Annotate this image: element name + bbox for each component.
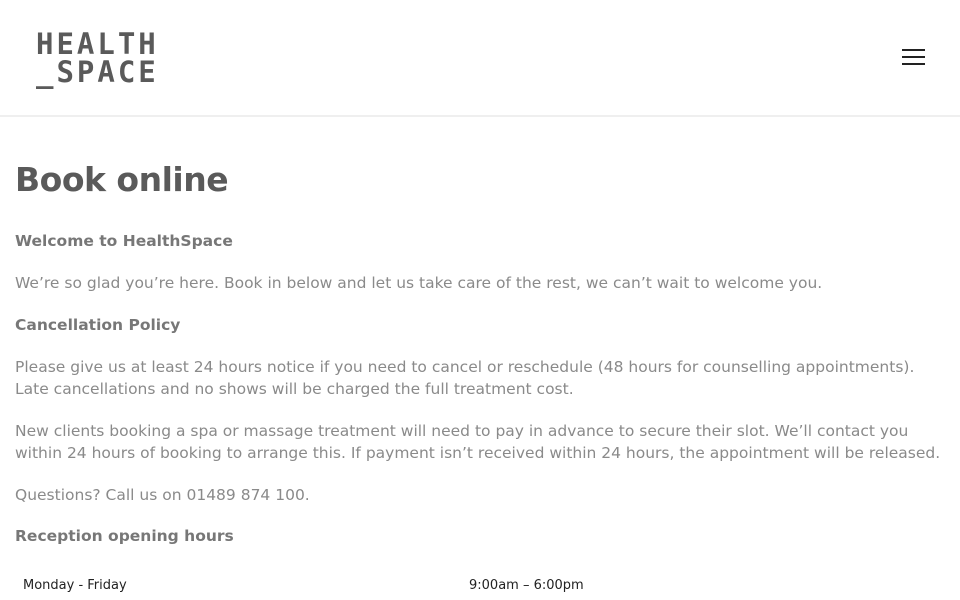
menu-bar-top (902, 49, 925, 51)
hours-day: Monday - Friday (23, 578, 127, 593)
cancellation-text: Please give us at least 24 hours notice … (15, 358, 915, 398)
hours-heading: Reception opening hours (15, 527, 234, 545)
cancellation-heading: Cancellation Policy (15, 316, 181, 334)
welcome-text: We’re so glad you’re here. Book in below… (15, 274, 823, 292)
hamburger-menu-icon[interactable] (902, 47, 926, 67)
hours-time: 9:00am – 6:00pm (469, 578, 584, 593)
logo-line-2: _SPACE (36, 55, 159, 89)
main-content: Book online Welcome to HealthSpace We’re… (15, 150, 950, 593)
logo-line-1: HEALTH (36, 27, 159, 61)
page-title: Book online (15, 160, 229, 199)
menu-bar-bottom (902, 63, 925, 65)
healthspace-logo[interactable]: HEALTH _SPACE (36, 27, 159, 89)
questions-text: Questions? Call us on 01489 874 100. (15, 486, 310, 504)
menu-bar-middle (902, 56, 925, 58)
site-header: HEALTH _SPACE (0, 0, 960, 117)
new-clients-text: New clients booking a spa or massage tre… (15, 422, 941, 462)
welcome-heading: Welcome to HealthSpace (15, 232, 233, 250)
